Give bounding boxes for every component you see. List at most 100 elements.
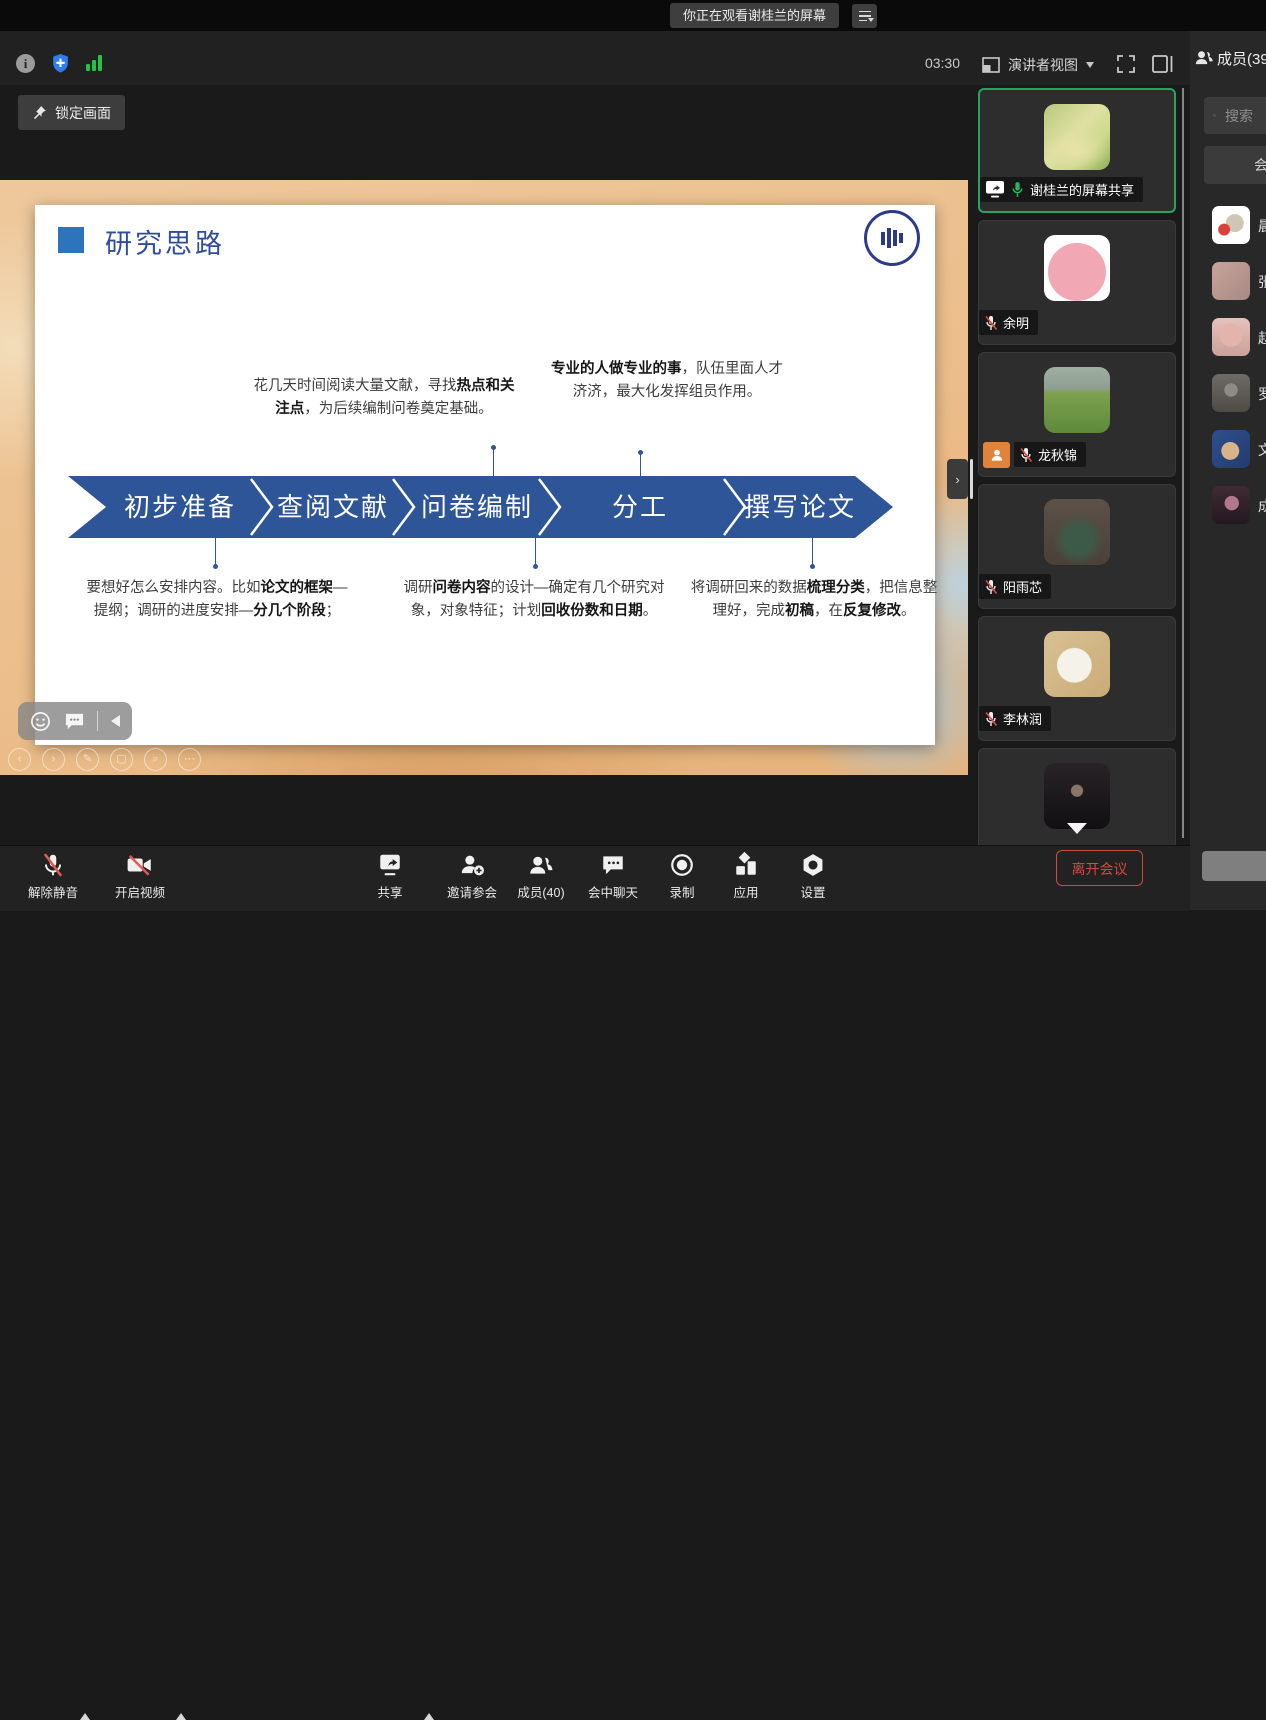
shared-screen-region[interactable]: 研究思路 花几天时间阅读大量文献，寻找热点和关注点，为后续编制问卷奠定基础。 专… <box>0 180 968 775</box>
avatar <box>1212 206 1250 244</box>
connector-line <box>215 538 216 565</box>
invite-label: 邀请参会 <box>447 882 497 901</box>
members-label: 成员(40) <box>517 882 564 901</box>
avatar <box>1044 367 1110 433</box>
mic-options-caret[interactable] <box>80 1713 90 1720</box>
fullscreen-icon <box>1116 54 1136 74</box>
member-name: 成 <box>1258 496 1266 516</box>
stage-label-3: 问卷编制 <box>397 476 557 538</box>
member-list-item[interactable]: 成 <box>1212 486 1266 534</box>
members-icon <box>527 852 555 878</box>
side-panel-toggle-button[interactable] <box>1152 55 1173 78</box>
thumbnail-scrollbar-track[interactable] <box>1182 88 1184 838</box>
chat-label: 会中聊天 <box>588 882 638 901</box>
apps-label: 应用 <box>733 882 758 901</box>
participant-name: 谢桂兰的屏幕共享 <box>1030 180 1134 199</box>
member-list-item[interactable]: 罗 <box>1212 374 1266 422</box>
settings-button[interactable]: 设置 <box>771 852 855 901</box>
stage-label-4: 分工 <box>560 476 720 538</box>
avatar <box>1044 235 1110 301</box>
connector-line <box>493 449 494 476</box>
chevron-separator-icon <box>249 476 275 538</box>
note-writing: 将调研回来的数据梳理分类，把信息整理好，完成初稿，在反复修改。 <box>687 577 941 624</box>
top-status-bar: 你正在观看谢桂兰的屏幕 <box>0 0 1266 31</box>
mic-muted-icon <box>984 579 998 595</box>
participant-tile-sharing[interactable]: 谢桂兰的屏幕共享 <box>978 88 1176 213</box>
chevron-separator-icon <box>722 476 748 538</box>
member-name: 罗 <box>1258 384 1266 404</box>
participant-tile-host[interactable]: 龙秋锦 <box>978 352 1176 477</box>
member-search-box[interactable] <box>1204 97 1266 134</box>
note-preparation: 要想好怎么安排内容。比如论文的框架—提纲；调研的进度安排—分几个阶段； <box>81 577 353 624</box>
note-literature: 花几天时间阅读大量文献，寻找热点和关注点，为后续编制问卷奠定基础。 <box>247 375 521 422</box>
bottom-toolbar: 解除静音 开启视频 共享 邀请参会 成员(40) <box>0 845 1190 911</box>
member-panel-action-button[interactable]: 会 <box>1204 146 1266 184</box>
member-list-item[interactable]: 赵 <box>1212 318 1266 366</box>
member-name: 晨 <box>1258 216 1266 236</box>
chat-icon <box>600 852 626 878</box>
participant-name: 余明 <box>1003 313 1029 332</box>
start-video-label: 开启视频 <box>115 882 165 901</box>
security-shield-icon[interactable] <box>50 53 71 79</box>
share-button[interactable]: 共享 <box>348 852 432 901</box>
remote-shape-control: ▢ <box>110 748 133 771</box>
connector-dot <box>213 564 218 569</box>
title-bullet-square <box>58 227 84 253</box>
unmute-button[interactable]: 解除静音 <box>11 852 95 901</box>
avatar <box>1044 104 1110 170</box>
remote-more-control: ⋯ <box>178 748 201 771</box>
screen-share-icon <box>985 180 1005 199</box>
share-scrollbar-thumb[interactable] <box>970 459 973 499</box>
avatar <box>1212 262 1250 300</box>
avatar <box>1044 763 1110 829</box>
participant-tile-partial[interactable] <box>978 748 1176 845</box>
participant-tile[interactable]: 阳雨芯 <box>978 484 1176 609</box>
presentation-slide: 研究思路 花几天时间阅读大量文献，寻找热点和关注点，为后续编制问卷奠定基础。 专… <box>35 205 935 745</box>
leave-meeting-button[interactable]: 离开会议 <box>1056 850 1143 886</box>
member-name: 文 <box>1258 440 1266 460</box>
member-search-input[interactable] <box>1223 107 1266 125</box>
chat-bubble-icon[interactable] <box>64 712 85 731</box>
mic-muted-icon <box>1019 447 1033 463</box>
participant-name-bar: 李林润 <box>979 706 1051 731</box>
lock-view-button[interactable]: 锁定画面 <box>18 95 125 130</box>
lock-view-label: 锁定画面 <box>55 103 111 123</box>
meeting-info-icon[interactable]: i <box>16 54 35 73</box>
avatar <box>1044 631 1110 697</box>
share-options-caret[interactable] <box>424 1713 434 1720</box>
meeting-timer: 03:30 <box>912 55 960 71</box>
collapse-left-icon[interactable] <box>111 715 120 727</box>
member-list-item[interactable]: 张 <box>1212 262 1266 310</box>
fullscreen-button[interactable] <box>1116 54 1136 79</box>
chevron-down-icon <box>868 18 874 22</box>
panel-icon <box>1152 55 1173 73</box>
slide-title: 研究思路 <box>105 222 225 261</box>
member-panel-title: 成员(39 <box>1217 48 1266 69</box>
view-mode-button[interactable]: 演讲者视图 <box>982 52 1094 78</box>
participant-tile[interactable]: 李林润 <box>978 616 1176 741</box>
panel-expander-handle[interactable]: › <box>947 459 968 499</box>
video-options-caret[interactable] <box>176 1713 186 1720</box>
remote-prev-control: ‹ <box>8 748 31 771</box>
network-signal-indicator[interactable] <box>86 55 102 71</box>
apps-icon <box>733 852 759 878</box>
scroll-down-icon[interactable] <box>1067 823 1087 834</box>
participant-tile[interactable]: 余明 <box>978 220 1176 345</box>
start-video-button[interactable]: 开启视频 <box>98 852 182 901</box>
connector-line <box>812 538 813 565</box>
smiley-icon[interactable] <box>30 711 51 732</box>
watching-options-button[interactable] <box>852 4 877 28</box>
mic-muted-icon <box>984 315 998 331</box>
member-list-item[interactable]: 晨 <box>1212 206 1266 254</box>
menu-icon <box>859 20 867 22</box>
camera-muted-icon <box>126 852 154 878</box>
connector-dot <box>533 564 538 569</box>
member-list-item[interactable]: 文 <box>1212 430 1266 478</box>
note-questionnaire: 调研问卷内容的设计—确定有几个研究对象，对象特征；计划回收份数和日期。 <box>397 577 671 624</box>
chevron-separator-icon <box>537 476 563 538</box>
member-panel-bottom-button[interactable] <box>1202 851 1266 881</box>
remote-pen-control: ✎ <box>76 748 99 771</box>
settings-label: 设置 <box>800 882 825 901</box>
participant-thumbnail-strip: 谢桂兰的屏幕共享 余明 龙秋锦 阳雨芯 <box>978 85 1178 845</box>
record-icon <box>669 852 695 878</box>
